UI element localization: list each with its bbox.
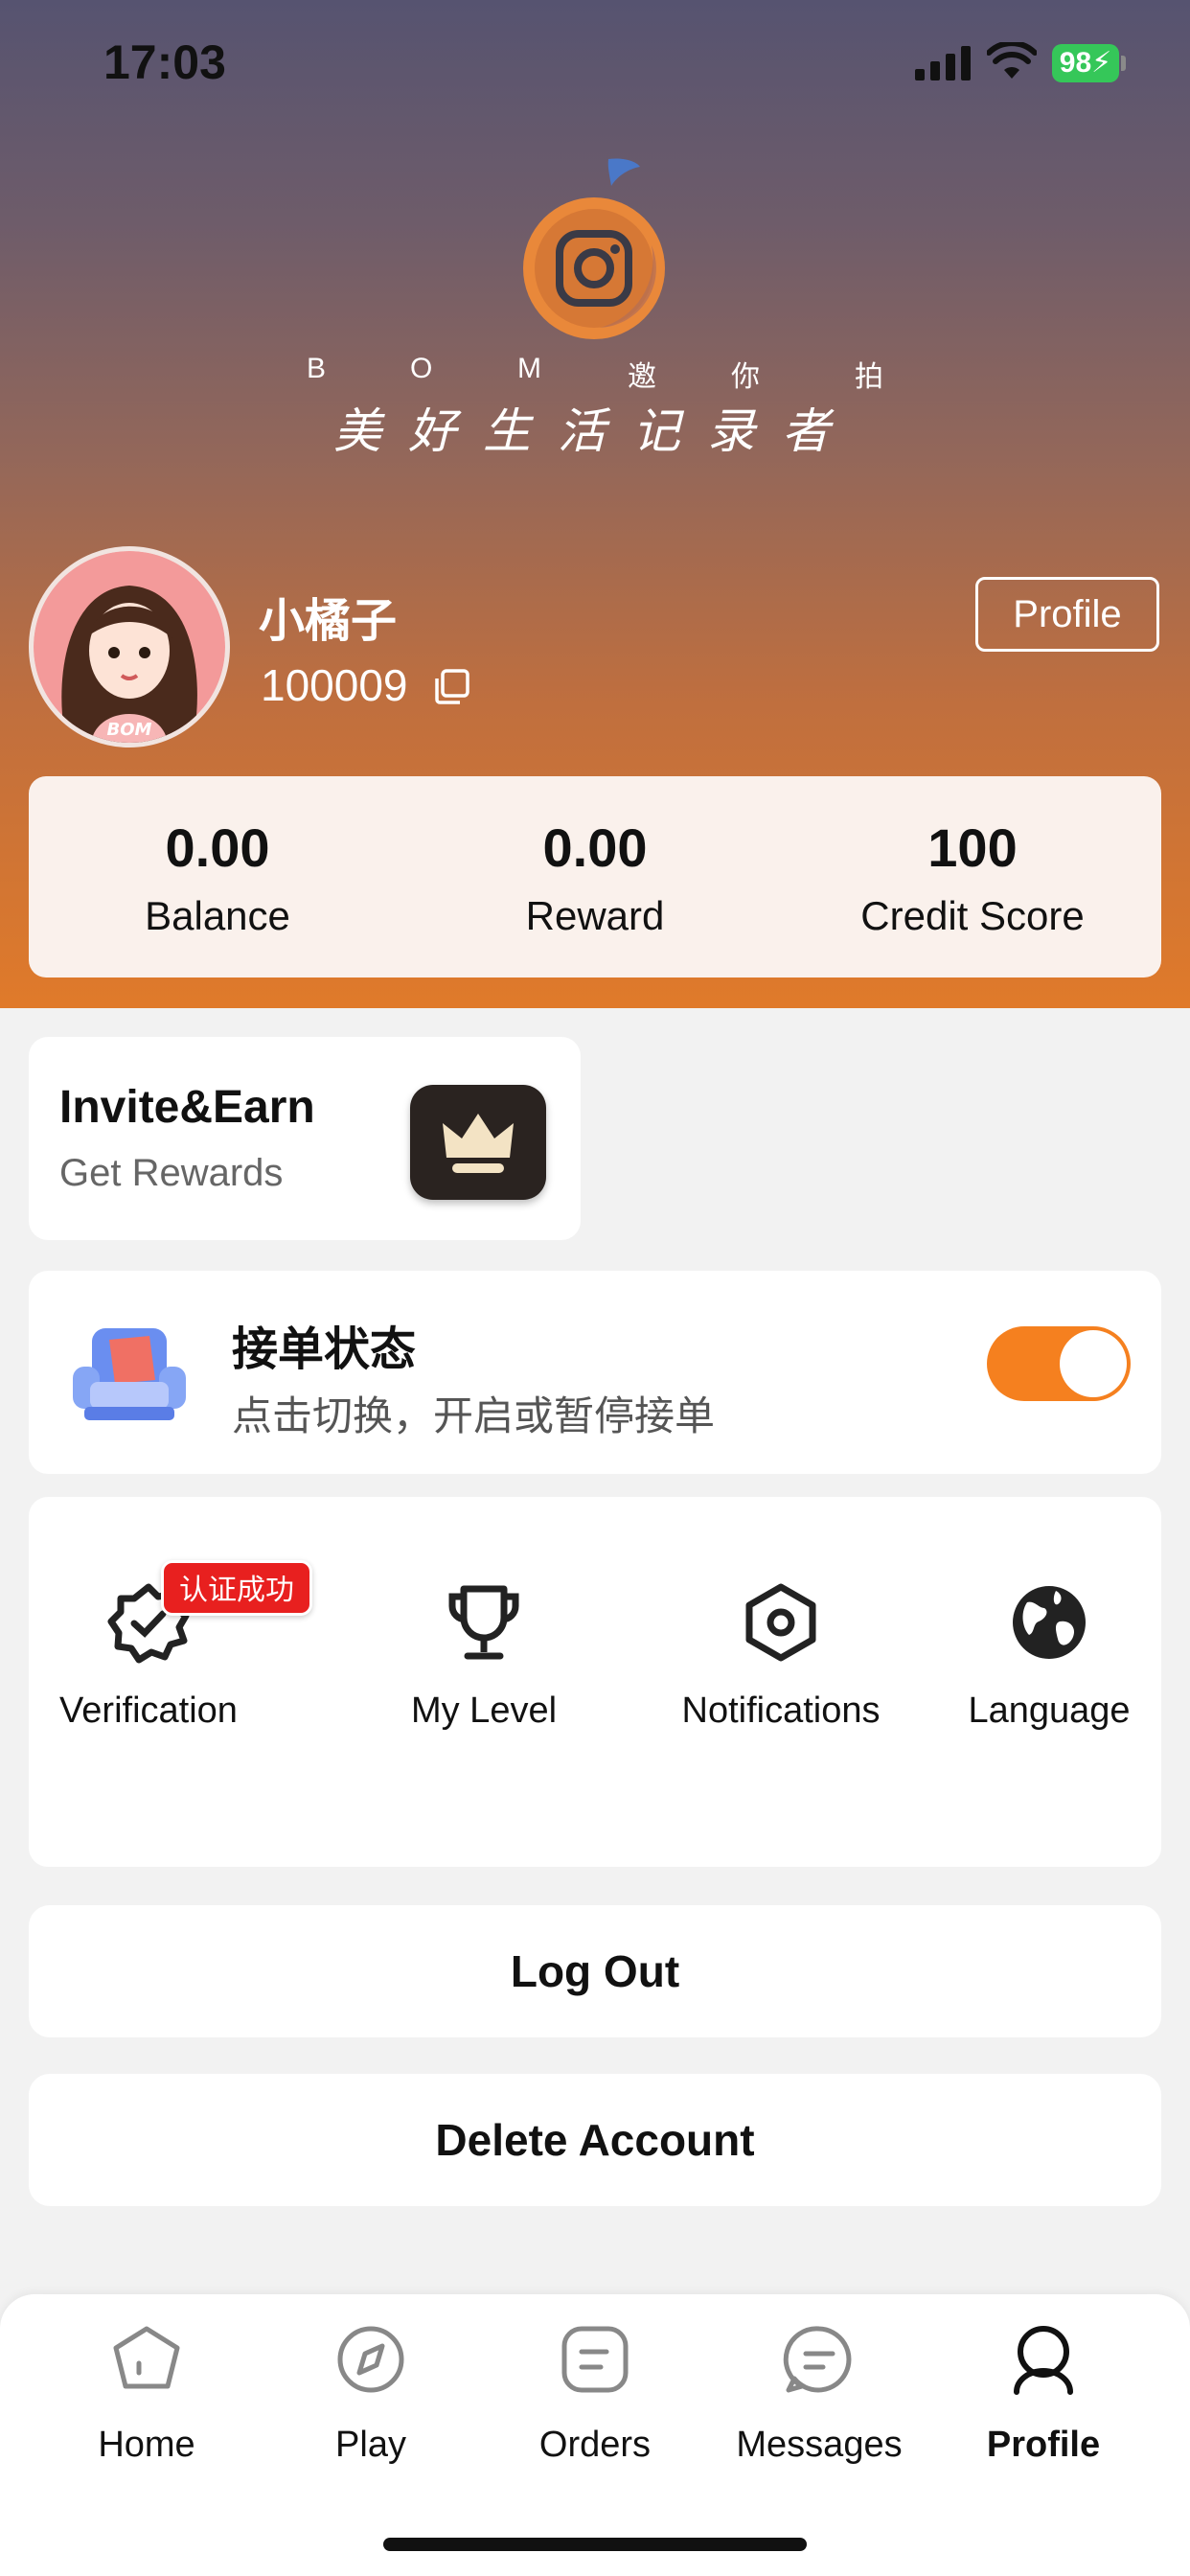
brand-letter: 邀: [628, 361, 656, 393]
order-status-toggle[interactable]: [987, 1326, 1131, 1401]
compass-icon: [337, 2326, 404, 2393]
globe-icon: [1013, 1586, 1086, 1659]
avatar-text: BOM: [107, 720, 152, 740]
battery-tip: [1121, 56, 1126, 71]
stat-label: Reward: [525, 893, 665, 938]
invite-title: Invite&Earn: [59, 1082, 315, 1133]
logout-button[interactable]: Log Out: [29, 1905, 1161, 2037]
tab-profile[interactable]: Profile: [931, 2323, 1156, 2486]
copy-icon[interactable]: [433, 667, 471, 705]
tab-label: Profile: [986, 2425, 1101, 2465]
language-label: Language: [968, 1690, 1131, 1731]
order-status-subtitle: 点击切换，开启或暂停接单: [232, 1393, 716, 1438]
order-status-card: 接单状态 点击切换，开启或暂停接单: [29, 1271, 1161, 1474]
invite-earn-card[interactable]: Invite&Earn Get Rewards: [29, 1037, 581, 1240]
tab-label: Play: [335, 2425, 406, 2465]
brand-letter: 拍: [855, 361, 883, 393]
stat-value: 0.00: [165, 817, 270, 878]
battery-level: 98: [1059, 47, 1092, 79]
verification-status-badge: 认证成功: [161, 1560, 312, 1616]
language-item[interactable]: Language: [929, 1497, 1169, 1731]
delete-account-button[interactable]: Delete Account: [29, 2074, 1161, 2206]
cellular-signal-icon: [915, 46, 971, 80]
battery-icon: 98⚡: [1052, 44, 1119, 82]
avatar-illustration: BOM: [34, 551, 225, 743]
app-logo-icon: [523, 158, 665, 339]
tab-messages[interactable]: Messages: [707, 2323, 931, 2486]
home-indicator: [383, 2538, 807, 2551]
tab-play[interactable]: Play: [259, 2323, 483, 2486]
notifications-label: Notifications: [681, 1690, 881, 1731]
sofa-icon: [73, 1328, 186, 1420]
crown-icon: [410, 1085, 546, 1200]
user-id: 100009: [261, 660, 408, 710]
my-level-label: My Level: [410, 1690, 558, 1731]
status-bar: 17:03 98⚡: [0, 0, 1190, 125]
brand-letter: B: [307, 353, 327, 384]
tab-label: Home: [98, 2425, 195, 2465]
profile-icon: [1014, 2326, 1073, 2395]
username: 小橘子: [259, 596, 398, 647]
tab-orders[interactable]: Orders: [483, 2323, 707, 2486]
brand-letter: 你: [731, 361, 760, 393]
tab-label: Orders: [538, 2425, 652, 2465]
status-time: 17:03: [103, 35, 226, 89]
brand-slogan: 美好生活记录者: [333, 403, 857, 459]
verification-label: Verification: [59, 1690, 238, 1731]
features-card: Verification 认证成功 My Level Notifications…: [29, 1497, 1161, 1867]
bottom-tab-bar: Home Play Orders Messages Profile: [0, 2294, 1190, 2576]
home-pentagon-icon: [113, 2326, 180, 2389]
stat-label: Balance: [145, 893, 290, 938]
profile-button[interactable]: Profile: [975, 577, 1159, 652]
wifi-icon: [987, 42, 1037, 79]
trophy-icon: [448, 1585, 519, 1660]
stat-value: 0.00: [542, 817, 648, 878]
stat-label: Credit Score: [860, 893, 1085, 938]
my-level-item[interactable]: My Level: [355, 1497, 613, 1731]
invite-subtitle: Get Rewards: [59, 1152, 284, 1194]
tab-home[interactable]: Home: [34, 2323, 259, 2486]
orders-icon: [561, 2326, 629, 2393]
avatar[interactable]: BOM: [29, 546, 230, 748]
brand-name: B O M 邀 你 拍: [0, 353, 1190, 393]
toggle-knob: [1060, 1330, 1127, 1397]
notifications-item[interactable]: Notifications: [642, 1497, 920, 1731]
stats-card: 0.00 Balance 0.00 Reward 100 Credit Scor…: [29, 776, 1161, 978]
messages-icon: [783, 2326, 852, 2393]
tab-label: Messages: [736, 2425, 903, 2465]
brand-letter: M: [517, 353, 541, 384]
order-status-title: 接单状态: [232, 1324, 417, 1375]
stat-value: 100: [927, 817, 1018, 878]
brand-letter: O: [410, 353, 433, 384]
hexagon-settings-icon: [745, 1583, 816, 1662]
